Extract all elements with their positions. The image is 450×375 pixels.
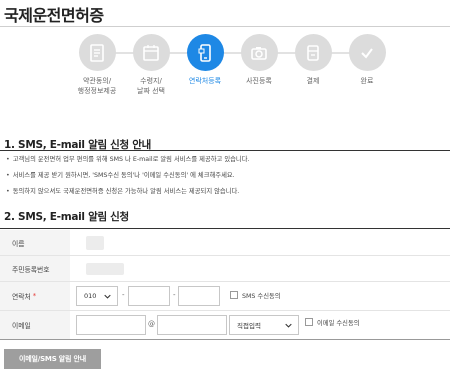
phone-prefix-value: 010 [84, 292, 97, 300]
step-pickup: 수령지/날짜 선택 [126, 34, 176, 96]
email-domain-select-value: 직접입력 [237, 322, 261, 330]
phone-last-input[interactable] [178, 286, 220, 306]
phone-icon [186, 34, 224, 71]
field-label: 연락처 * [0, 282, 70, 310]
email-consent-checkbox[interactable] [305, 318, 313, 326]
step-label: 사진등록 [246, 77, 272, 85]
step-label: 수령지/ [140, 77, 162, 85]
email-at-sign: @ [148, 320, 155, 328]
required-mark: * [32, 292, 37, 300]
phone-separator: - [122, 291, 125, 299]
camera-icon [240, 34, 278, 71]
field-label: 이메일 [0, 311, 70, 339]
step-label: 결제 [306, 77, 320, 85]
form-row-rrn: 주민등록번호 [0, 256, 450, 282]
page-title: 국제운전면허증 [4, 6, 104, 25]
form-row-email: 이메일 @ 직접입력 이메일 수신동의 [0, 311, 450, 340]
phone-separator: - [173, 291, 176, 299]
masked-name-value [86, 236, 104, 250]
field-label: 주민등록번호 [0, 256, 70, 281]
chevron-down-icon [285, 323, 292, 328]
form-row-name: 이름 [0, 230, 450, 256]
section-title: 2. SMS, E-mail 알림 신청 [4, 211, 129, 223]
section-divider [0, 150, 450, 151]
progress-stepper: 약관동의/행정정보제공 수령지/날짜 선택 연락처등록 사진등록 결제 완료 [72, 34, 392, 96]
list-item: 동의하지 않으셔도 국제운전면허증 신청은 가능하나 알림 서비스는 제공되지 … [6, 184, 446, 200]
notification-guide-button[interactable]: 이메일/SMS 알림 안내 [4, 349, 101, 369]
document-icon [78, 34, 116, 71]
phone-label: 연락처 [12, 293, 31, 301]
notification-form: 이름 주민등록번호 연락처 * 010 - - SMS 수신동의 이메일 @ 직접… [0, 230, 450, 340]
step-label: 날짜 선택 [137, 87, 165, 95]
title-divider [0, 26, 450, 27]
field-label: 이름 [0, 230, 70, 255]
payment-icon [294, 34, 332, 71]
list-item: 서비스를 제공 받기 원하시면, 'SMS수신 동의'나 '이메일 수신동의' … [6, 168, 446, 184]
masked-rrn-value [86, 263, 124, 275]
step-complete: 완료 [342, 34, 392, 86]
section-divider [0, 228, 450, 229]
step-label: 완료 [360, 77, 374, 85]
phone-middle-input[interactable] [128, 286, 170, 306]
email-consent-label: 이메일 수신동의 [317, 320, 360, 327]
notice-list: 고객님의 운전면허 업무 편의를 위해 SMS 나 E-mail로 알림 서비스… [6, 152, 446, 200]
email-id-input[interactable] [76, 315, 146, 335]
sms-consent-label: SMS 수신동의 [242, 293, 281, 300]
check-icon [348, 34, 386, 71]
calendar-icon [132, 34, 170, 71]
form-row-phone: 연락처 * 010 - - SMS 수신동의 [0, 282, 450, 311]
list-item: 고객님의 운전면허 업무 편의를 위해 SMS 나 E-mail로 알림 서비스… [6, 152, 446, 168]
chevron-down-icon [104, 294, 111, 299]
step-label: 약관동의/ [82, 77, 112, 85]
email-domain-input[interactable] [157, 315, 227, 335]
step-label: 연락처등록 [188, 77, 222, 85]
email-domain-select[interactable]: 직접입력 [229, 315, 299, 335]
phone-prefix-select[interactable]: 010 [76, 286, 118, 306]
sms-consent-checkbox[interactable] [230, 291, 238, 299]
